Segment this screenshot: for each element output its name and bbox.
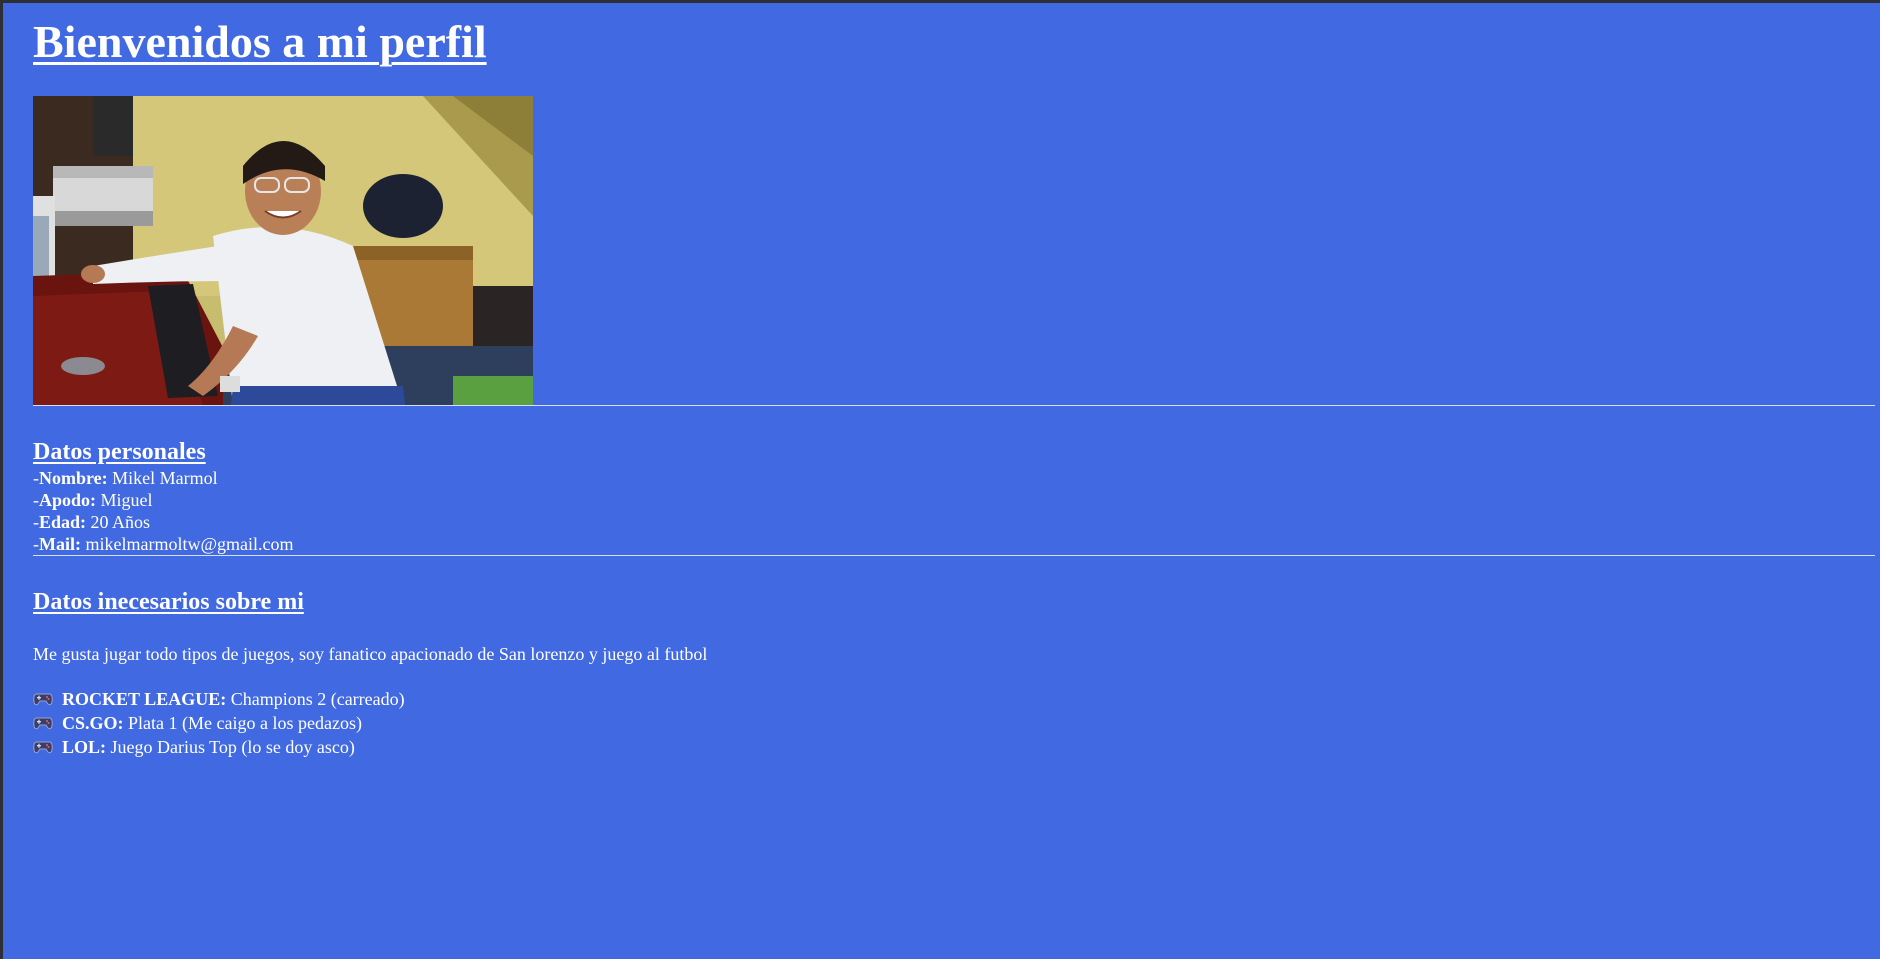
list-item: ROCKET LEAGUE: Champions 2 (carreado) (33, 687, 1875, 711)
game-name: ROCKET LEAGUE: (62, 689, 227, 709)
field-label: Apodo: (39, 490, 97, 510)
gamepad-icon (33, 693, 53, 706)
list-item: LOL: Juego Darius Top (lo se doy asco) (33, 735, 1875, 759)
field-mail: -Mail: mikelmarmoltw@gmail.com (33, 533, 1875, 555)
section-divider (33, 405, 1875, 406)
game-detail: Champions 2 (carreado) (226, 689, 405, 709)
game-detail: Juego Darius Top (lo se doy asco) (106, 737, 355, 757)
window-left-edge (0, 0, 3, 959)
extra-data-heading: Datos inecesarios sobre mi (33, 589, 304, 615)
field-nickname: -Apodo: Miguel (33, 489, 1875, 511)
personal-data-heading: Datos personales (33, 439, 206, 465)
field-name: -Nombre: Mikel Marmol (33, 467, 1875, 489)
section-divider (33, 555, 1875, 556)
field-value: mikelmarmoltw@gmail.com (81, 534, 294, 554)
about-text: Me gusta jugar todo tipos de juegos, soy… (33, 644, 708, 664)
game-detail: Plata 1 (Me caigo a los pedazos) (123, 713, 362, 733)
page-content: Bienvenidos a mi perfil Datos personales… (33, 0, 1875, 759)
field-value: Mikel Marmol (107, 468, 218, 488)
game-name: LOL: (62, 737, 107, 757)
game-name: CS.GO: (62, 713, 124, 733)
field-age: -Edad: 20 Años (33, 511, 1875, 533)
field-label: Nombre: (39, 468, 108, 488)
gamepad-icon (33, 717, 53, 730)
games-list: ROCKET LEAGUE: Champions 2 (carreado) CS… (33, 687, 1875, 759)
field-label: Mail: (39, 534, 81, 554)
page-title: Bienvenidos a mi perfil (33, 16, 487, 67)
field-value: 20 Años (86, 512, 151, 532)
profile-photo (33, 96, 533, 405)
list-item: CS.GO: Plata 1 (Me caigo a los pedazos) (33, 711, 1875, 735)
gamepad-icon (33, 741, 53, 754)
field-value: Miguel (96, 490, 153, 510)
field-label: Edad: (39, 512, 87, 532)
